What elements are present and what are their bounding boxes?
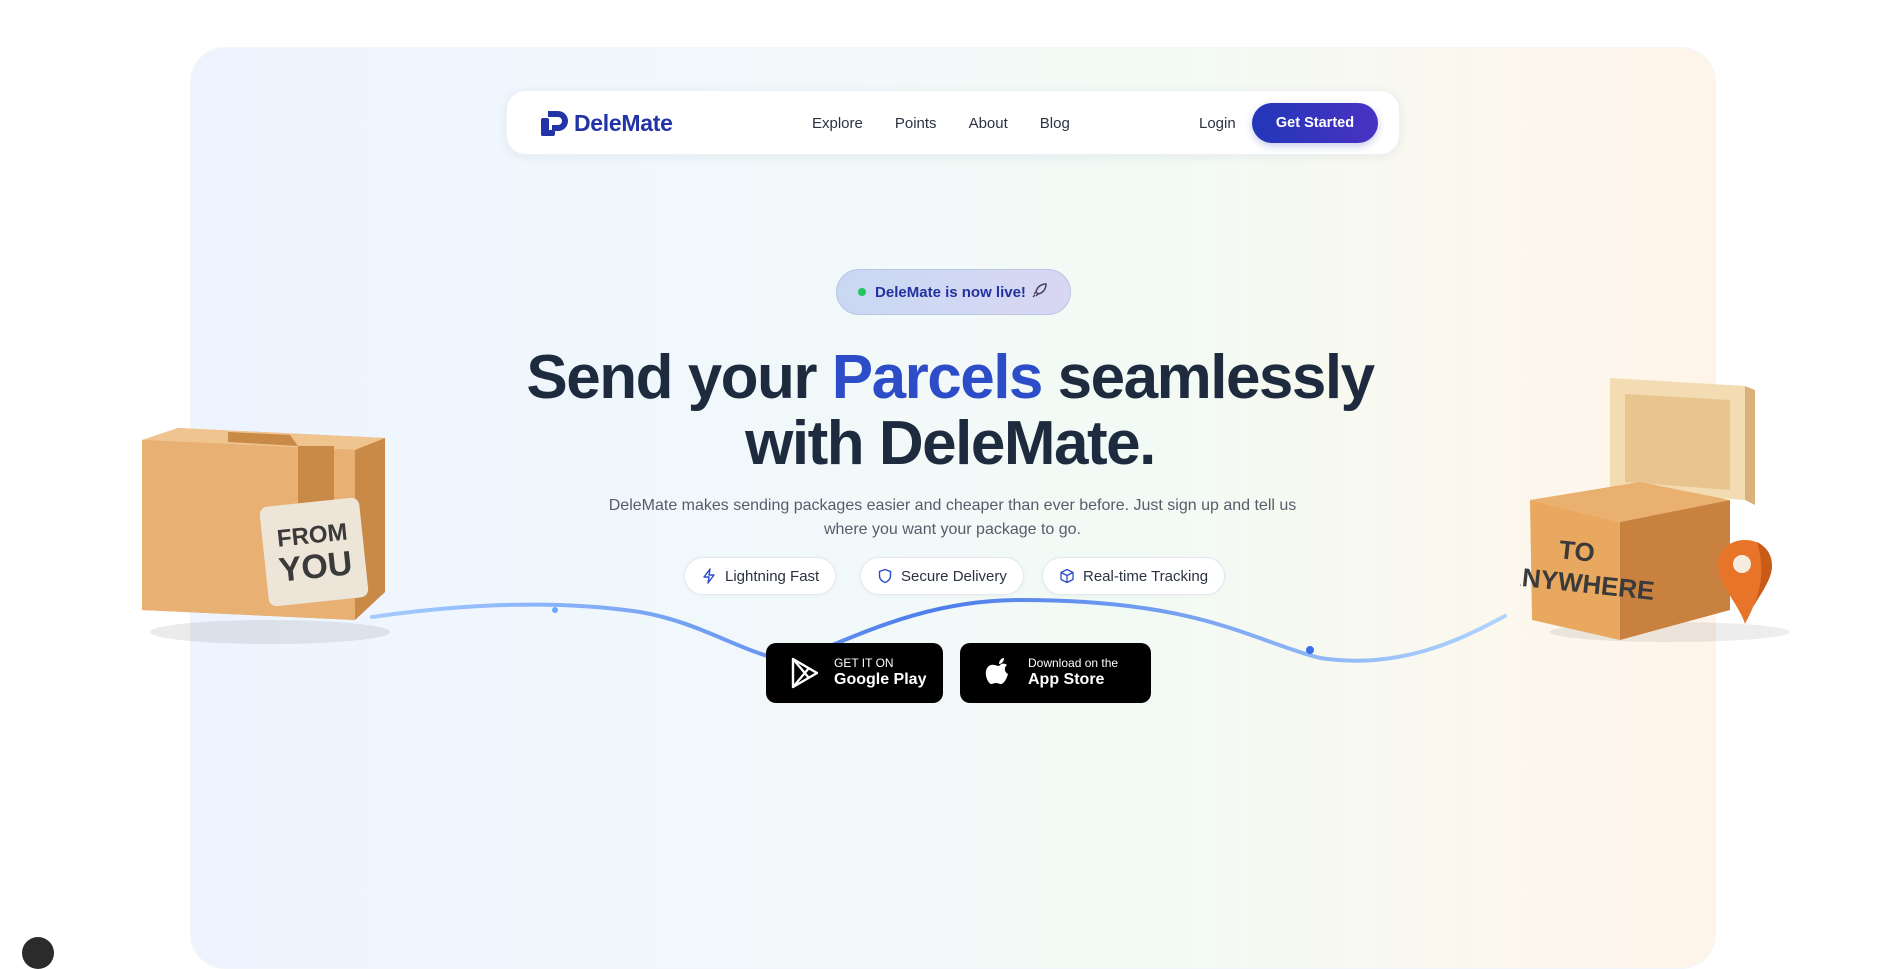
- app-store-button[interactable]: Download on the App Store: [960, 643, 1151, 703]
- feature-label: Real-time Tracking: [1083, 567, 1209, 585]
- feature-label: Lightning Fast: [725, 567, 820, 585]
- apple-icon: [985, 658, 1008, 684]
- floating-action-circle[interactable]: [22, 937, 54, 969]
- google-play-small: GET IT ON: [834, 656, 894, 670]
- feature-label: Secure Delivery: [901, 567, 1007, 585]
- brand-name: DeleMate: [574, 109, 673, 136]
- brand-logo[interactable]: DeleMate: [539, 108, 673, 138]
- hero-subtitle: DeleMate makes sending packages easier a…: [608, 497, 1297, 538]
- app-store-big: App Store: [1028, 671, 1105, 688]
- get-started-button[interactable]: Get Started: [1252, 103, 1378, 143]
- hero-title-part2: seamlessly: [1041, 343, 1375, 412]
- nav-link-blog[interactable]: Blog: [1040, 115, 1070, 132]
- nav-link-explore[interactable]: Explore: [812, 115, 863, 132]
- hero-title-line2: with DeleMate.: [745, 409, 1156, 478]
- hero-title-accent: Parcels: [831, 343, 1044, 412]
- rocket-icon: [1031, 281, 1049, 304]
- shield-icon: [878, 568, 892, 584]
- live-badge-text: DeleMate is now live!: [875, 283, 1026, 301]
- nav-links: Explore Points About Blog: [812, 115, 1102, 132]
- live-badge: DeleMate is now live!: [836, 269, 1071, 315]
- brand-logo-icon: [541, 111, 568, 136]
- google-play-button[interactable]: GET IT ON Google Play: [766, 643, 943, 703]
- feature-chip-secure: Secure Delivery: [860, 557, 1024, 595]
- box-icon: [1060, 568, 1074, 584]
- nav-link-about[interactable]: About: [969, 115, 1008, 132]
- hero-title-part1: Send your: [526, 343, 832, 412]
- google-play-big: Google Play: [834, 671, 927, 688]
- navbar: DeleMate Explore Points About Blog Login…: [506, 90, 1400, 155]
- live-dot-icon: [858, 288, 867, 296]
- app-store-small: Download on the: [1028, 656, 1119, 670]
- to-anywhere-box-illustration: TO ANYWHERE: [1520, 378, 1790, 642]
- nav-link-points[interactable]: Points: [895, 115, 937, 132]
- lightning-icon: [703, 568, 715, 584]
- feature-chip-lightning: Lightning Fast: [684, 557, 837, 595]
- you-label: YOU: [277, 544, 354, 589]
- google-play-icon: [791, 657, 819, 689]
- hero-title: Send your Parcels seamlessly with DeleMa…: [450, 345, 1450, 477]
- location-pin-icon: [1718, 540, 1772, 624]
- login-link[interactable]: Login: [1199, 115, 1236, 132]
- to-label: TO: [1558, 534, 1597, 568]
- feature-chip-tracking: Real-time Tracking: [1042, 557, 1226, 595]
- from-you-box-illustration: FROM YOU: [142, 428, 390, 644]
